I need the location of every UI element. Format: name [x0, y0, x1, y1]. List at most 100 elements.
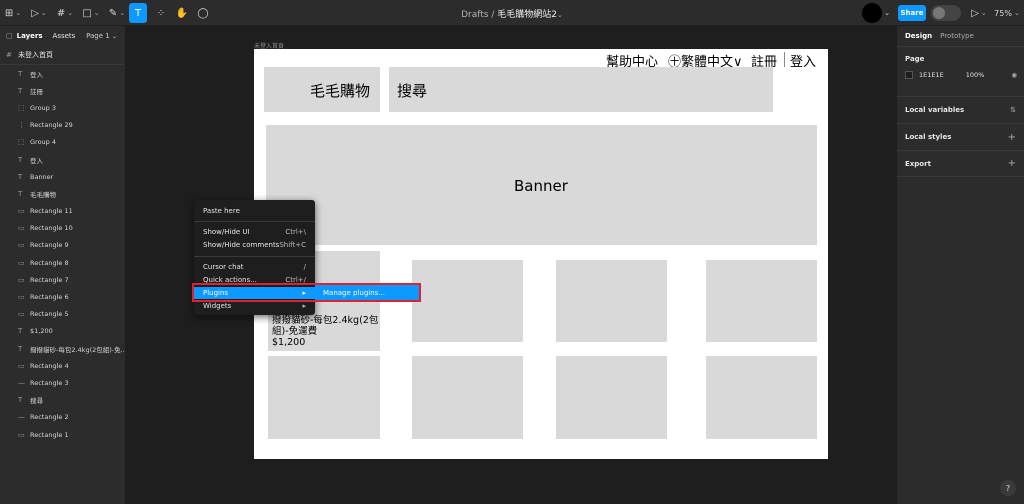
page-dropdown[interactable]: Page 1 ⌄: [86, 32, 117, 40]
move-tool-button[interactable]: ▷ ⌄: [30, 3, 48, 23]
layer-row[interactable]: ▭ Rectangle 9: [0, 237, 125, 254]
product-card[interactable]: [706, 356, 817, 439]
text-layer-icon: T: [18, 86, 23, 95]
layer-row[interactable]: ▭ Rectangle 7: [0, 271, 125, 288]
layer-row[interactable]: T Banner: [0, 168, 125, 185]
layer-row[interactable]: ▭ Rectangle 8: [0, 254, 125, 271]
layer-row[interactable]: — Rectangle 2: [0, 409, 125, 426]
product-card[interactable]: [412, 356, 523, 439]
share-button[interactable]: Share: [898, 5, 926, 21]
zoom-dropdown[interactable]: 75% ⌄: [994, 3, 1020, 23]
pen-tool-button[interactable]: ✎ ⌄: [108, 3, 126, 23]
text-tool-button[interactable]: T: [129, 3, 147, 23]
main-menu-button[interactable]: ⊞ ⌄: [4, 3, 22, 23]
add-export-icon[interactable]: +: [1008, 158, 1016, 169]
rectangle-layer-icon: ▭: [18, 275, 25, 284]
eye-icon[interactable]: ◉: [1011, 71, 1017, 79]
menu-item-show-hide-comments[interactable]: Show/Hide comments Shift+C: [194, 239, 315, 250]
layer-row[interactable]: T 撥撥貓砂-每包2.4kg(2包組)-免...: [0, 340, 125, 357]
menu-item-label: Show/Hide UI: [203, 227, 250, 236]
layer-row[interactable]: ▭ Rectangle 11: [0, 203, 125, 220]
zoom-level: 75%: [994, 8, 1012, 18]
dev-mode-toggle[interactable]: [931, 5, 961, 21]
variables-settings-icon[interactable]: ⇅: [1010, 106, 1016, 114]
comment-tool-button[interactable]: ◯: [195, 3, 211, 23]
layer-name: 毛毛購物: [30, 190, 56, 199]
tab-design[interactable]: Design: [905, 32, 932, 40]
layer-name: 登入: [30, 156, 43, 165]
page-color-swatch[interactable]: [905, 71, 913, 79]
page-opacity[interactable]: 100%: [966, 71, 985, 79]
layer-name: Banner: [30, 172, 54, 181]
breadcrumb-drafts[interactable]: Drafts: [461, 10, 488, 20]
menu-item-cursor-chat[interactable]: Cursor chat /: [194, 261, 315, 272]
menu-item-label: Show/Hide comments: [203, 240, 280, 249]
design-frame[interactable]: 幫助中心 ㊉繁體中文∨ 註冊 登入 毛毛購物 搜尋 Banner 撥撥貓砂-每包…: [254, 49, 828, 459]
frame-layer-row[interactable]: # 未登入首頁: [0, 46, 125, 65]
product-card[interactable]: [268, 356, 380, 439]
product-price-text[interactable]: $1,200: [272, 337, 305, 348]
menu-item-label: Cursor chat: [203, 262, 244, 271]
search-text[interactable]: 搜尋: [397, 80, 427, 101]
menu-item-shortcut: Ctrl+\: [285, 227, 306, 236]
layer-row[interactable]: — Rectangle 3: [0, 374, 125, 391]
resources-button[interactable]: ⁘: [153, 3, 169, 23]
file-name[interactable]: 毛毛購物網站2: [497, 10, 557, 20]
avatar[interactable]: [862, 3, 882, 23]
search-box[interactable]: [389, 67, 773, 112]
layer-row[interactable]: ▭ Rectangle 4: [0, 357, 125, 374]
layer-row[interactable]: T 毛毛購物: [0, 185, 125, 202]
present-button[interactable]: ▷ ⌄: [970, 3, 988, 23]
menu-item-plugins[interactable]: Plugins ▸: [194, 287, 315, 299]
help-button[interactable]: ?: [1000, 480, 1016, 496]
product-name-text[interactable]: 撥撥貓砂-每包2.4kg(2包組)-免運費: [272, 315, 380, 337]
text-icon: T: [134, 7, 142, 19]
layer-name: Group 4: [30, 138, 56, 147]
layer-row[interactable]: ▭ Rectangle 1: [0, 426, 125, 443]
banner-text[interactable]: Banner: [514, 177, 568, 195]
resources-icon: ⁘: [156, 7, 166, 19]
menu-item-widgets[interactable]: Widgets ▸: [194, 300, 315, 311]
product-card[interactable]: [412, 260, 523, 342]
tab-prototype[interactable]: Prototype: [940, 32, 974, 40]
text-layer-icon: T: [18, 189, 23, 198]
product-card[interactable]: [556, 260, 667, 342]
layer-row[interactable]: ⬚ Group 3: [0, 99, 125, 116]
hand-icon: ✋: [175, 7, 189, 19]
product-card[interactable]: [706, 260, 817, 342]
hand-tool-button[interactable]: ✋: [174, 3, 190, 23]
shape-tool-button[interactable]: □ ⌄: [82, 3, 100, 23]
logo-text[interactable]: 毛毛購物: [310, 80, 370, 101]
add-style-icon[interactable]: +: [1008, 132, 1016, 143]
page-color-hex[interactable]: 1E1E1E: [919, 71, 944, 79]
menu-item-quick-actions[interactable]: Quick actions... Ctrl+/: [194, 274, 315, 285]
menu-item-paste-here[interactable]: Paste here: [194, 205, 315, 216]
layer-row[interactable]: T 註冊: [0, 82, 125, 99]
layer-row[interactable]: T 登入: [0, 151, 125, 168]
local-variables-section[interactable]: Local variables ⇅: [897, 96, 1024, 123]
line-layer-icon: —: [18, 378, 25, 387]
frame-tool-button[interactable]: # ⌄: [56, 3, 74, 23]
comment-icon: ◯: [197, 7, 209, 19]
layer-row[interactable]: ▭ Rectangle 10: [0, 220, 125, 237]
layer-row[interactable]: T $1,200: [0, 323, 125, 340]
layer-row[interactable]: ⬚ Group 4: [0, 134, 125, 151]
tab-layers[interactable]: Layers: [17, 32, 43, 40]
page-section-title: Page: [905, 55, 925, 63]
layer-row[interactable]: ▭ Rectangle 6: [0, 288, 125, 305]
layer-name: $1,200: [30, 327, 53, 336]
layer-row[interactable]: ⋮ Rectangle 29: [0, 117, 125, 134]
text-layer-icon: T: [18, 396, 23, 405]
menu-item-show-hide-ui[interactable]: Show/Hide UI Ctrl+\: [194, 226, 315, 237]
menu-item-manage-plugins[interactable]: Manage plugins...: [315, 285, 419, 300]
chevron-down-icon[interactable]: ⌄: [883, 3, 891, 23]
product-card[interactable]: [556, 356, 667, 439]
login-text[interactable]: 登入: [790, 51, 816, 70]
layer-row[interactable]: T 登入: [0, 65, 125, 82]
tab-assets[interactable]: Assets: [53, 32, 76, 40]
layer-name: Rectangle 11: [30, 207, 73, 216]
rectangle-layer-icon: ▭: [18, 224, 25, 233]
layer-row[interactable]: ▭ Rectangle 5: [0, 306, 125, 323]
layer-row[interactable]: T 搜尋: [0, 392, 125, 409]
sidebar-toggle-icon[interactable]: ▢: [6, 32, 13, 40]
